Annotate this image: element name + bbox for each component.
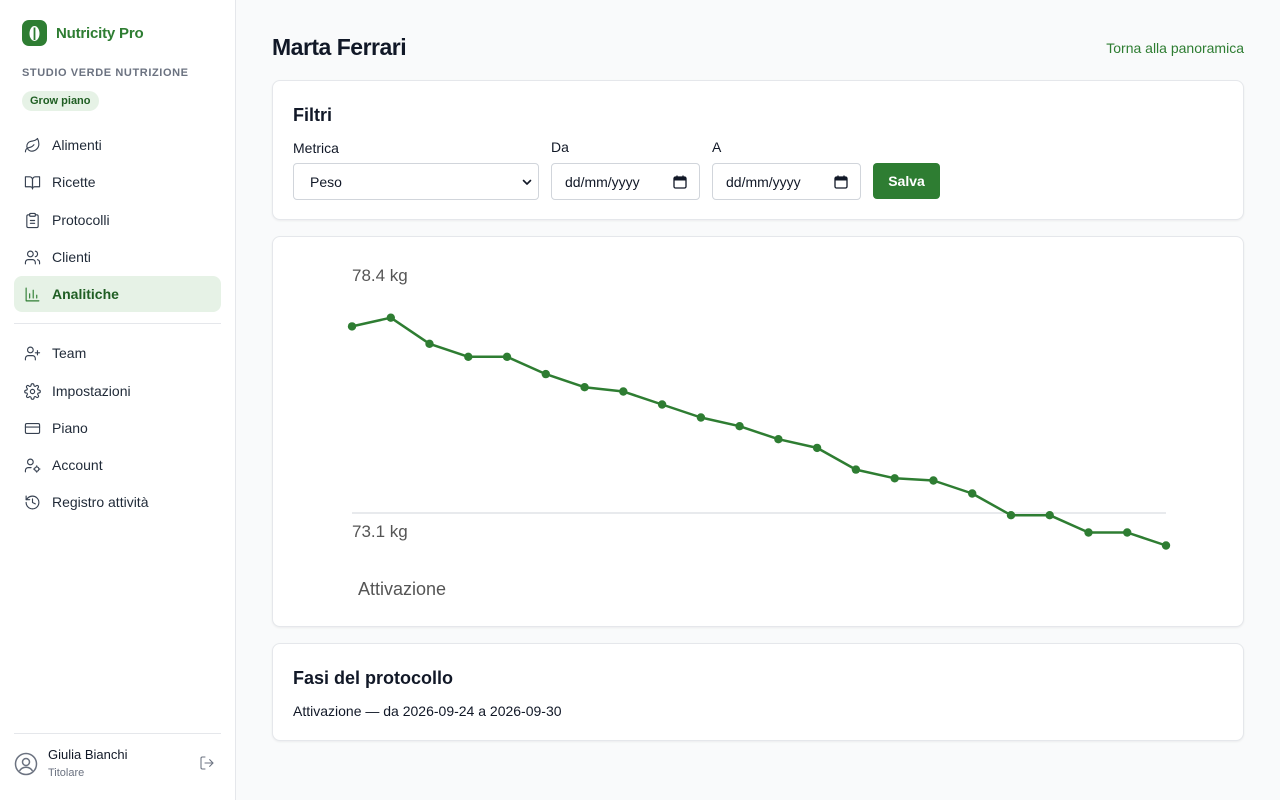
data-point[interactable]: [464, 352, 473, 361]
sidebar: Nutricity Pro STUDIO VERDE NUTRIZIONE Gr…: [0, 0, 236, 800]
sidebar-item-clienti[interactable]: Clienti: [14, 239, 221, 275]
sidebar-item-label: Piano: [52, 420, 88, 436]
page-title: Marta Ferrari: [272, 34, 407, 60]
sidebar-item-protocolli[interactable]: Protocolli: [14, 202, 221, 238]
book-icon: [24, 175, 41, 189]
calendar-icon[interactable]: [834, 175, 848, 189]
sidebar-item-impostazioni[interactable]: Impostazioni: [14, 373, 221, 409]
user-name: Giulia Bianchi: [48, 747, 128, 762]
data-point[interactable]: [386, 313, 395, 322]
history-icon: [25, 495, 40, 509]
data-point[interactable]: [1123, 528, 1132, 537]
user-role: Titolare: [48, 767, 85, 779]
sidebar-item-label: Analitiche: [52, 286, 119, 302]
weight-series: [347, 313, 1171, 550]
footer-divider: [14, 733, 221, 734]
sidebar-item-label: Account: [52, 457, 103, 473]
sidebar-item-alimenti[interactable]: Alimenti: [14, 127, 221, 163]
organization-name: STUDIO VERDE NUTRIZIONE: [22, 67, 189, 79]
user-profile[interactable]: Giulia Bianchi Titolare: [14, 746, 221, 782]
leaf-logo-icon: [22, 20, 47, 46]
data-point[interactable]: [347, 322, 357, 331]
save-button[interactable]: Salva: [873, 163, 940, 199]
y-min-label: 73.1 kg: [352, 522, 408, 541]
sidebar-item-analitiche[interactable]: Analitiche: [14, 276, 221, 312]
brand-name: Nutricity Pro: [56, 24, 144, 42]
gear-icon: [24, 382, 41, 400]
chevron-down-icon: [522, 179, 532, 185]
series-line: [351, 316, 1167, 547]
sidebar-item-label: Impostazioni: [52, 383, 131, 399]
chart-card: 78.4 kg 73.1 kg Attivazione: [272, 236, 1244, 627]
from-date-label: Da: [551, 139, 569, 155]
sidebar-item-label: Clienti: [52, 249, 91, 265]
users-icon: [24, 250, 41, 264]
from-date-value: dd/mm/yyyy: [565, 173, 640, 190]
data-point[interactable]: [657, 400, 667, 409]
sidebar-item-account[interactable]: Account: [14, 447, 221, 483]
data-point[interactable]: [929, 476, 938, 485]
data-point[interactable]: [619, 387, 628, 396]
data-point[interactable]: [812, 443, 822, 453]
data-point[interactable]: [851, 465, 861, 474]
protocol-phases-card: Fasi del protocollo Attivazione — da 202…: [272, 643, 1244, 741]
clipboard-icon: [26, 212, 39, 228]
nav-divider: [14, 323, 221, 324]
credit-card-icon: [24, 422, 41, 434]
data-point[interactable]: [1006, 511, 1016, 520]
data-point[interactable]: [735, 422, 744, 431]
leaf-icon: [24, 137, 40, 152]
sidebar-item-registro-attivita[interactable]: Registro attività: [14, 484, 221, 520]
filters-card: Filtri Metrica Peso Da dd/mm/yyyy A dd/m…: [272, 80, 1244, 220]
y-max-label: 78.4 kg: [352, 266, 408, 285]
brand[interactable]: Nutricity Pro: [22, 20, 144, 46]
data-point[interactable]: [696, 413, 706, 422]
data-point[interactable]: [774, 435, 783, 444]
sidebar-item-label: Alimenti: [52, 137, 102, 153]
data-point[interactable]: [580, 383, 589, 392]
from-date-input[interactable]: dd/mm/yyyy: [551, 163, 700, 200]
logout-icon[interactable]: [199, 755, 217, 773]
data-point[interactable]: [1161, 541, 1171, 550]
avatar-icon: [14, 752, 38, 776]
metric-label: Metrica: [293, 140, 339, 156]
metric-select-value: Peso: [310, 173, 342, 190]
data-point[interactable]: [1084, 528, 1093, 537]
data-point[interactable]: [502, 352, 512, 361]
to-date-label: A: [712, 139, 722, 155]
plan-badge: Grow piano: [22, 91, 99, 111]
data-point[interactable]: [890, 474, 899, 483]
sidebar-item-team[interactable]: Team: [14, 335, 221, 371]
user-cog-icon: [24, 458, 41, 473]
user-plus-icon: [24, 346, 41, 360]
sidebar-item-ricette[interactable]: Ricette: [14, 164, 221, 200]
to-date-value: dd/mm/yyyy: [726, 173, 801, 190]
phase-label: Attivazione: [358, 579, 446, 599]
data-point[interactable]: [425, 339, 434, 348]
sidebar-item-label: Registro attività: [52, 494, 149, 510]
data-point[interactable]: [1045, 511, 1054, 520]
phase-item: Attivazione — da 2026-09-24 a 2026-09-30: [293, 703, 562, 719]
to-date-input[interactable]: dd/mm/yyyy: [712, 163, 861, 200]
phases-title: Fasi del protocollo: [293, 668, 454, 688]
filters-title: Filtri: [293, 105, 332, 125]
sidebar-item-label: Ricette: [52, 174, 96, 190]
sidebar-item-piano[interactable]: Piano: [14, 410, 221, 446]
sidebar-item-label: Team: [52, 345, 87, 361]
calendar-icon[interactable]: [673, 175, 687, 189]
bar-chart-icon: [25, 287, 40, 301]
data-point[interactable]: [541, 369, 550, 379]
data-point[interactable]: [968, 489, 977, 498]
back-to-overview-link[interactable]: Torna alla panoramica: [1106, 40, 1244, 56]
sidebar-item-label: Protocolli: [52, 212, 110, 228]
metric-select[interactable]: Peso: [293, 163, 539, 200]
weight-line-chart: 78.4 kg 73.1 kg Attivazione: [347, 266, 1171, 599]
